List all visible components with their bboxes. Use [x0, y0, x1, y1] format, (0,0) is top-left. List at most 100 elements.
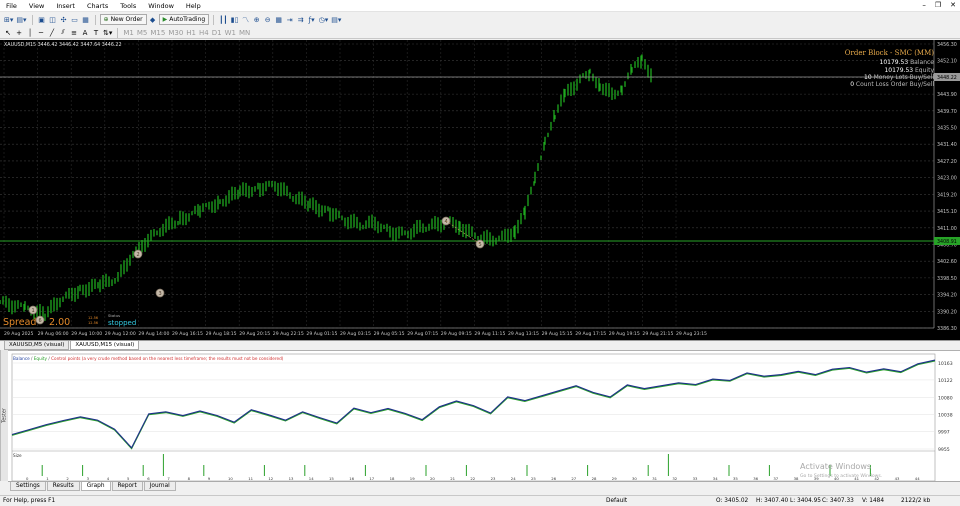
price-axis-label: 3439.70 [937, 109, 957, 115]
terminal-icon[interactable]: ▭ [70, 14, 80, 25]
bar-chart-icon[interactable]: ┃┃ [218, 14, 228, 25]
profiles-icon[interactable]: ▤▾ [15, 14, 27, 25]
period-m30-button[interactable]: M30 [167, 27, 184, 38]
trendline-icon[interactable]: ╱ [47, 27, 57, 38]
menu-charts[interactable]: Charts [81, 2, 114, 10]
text-icon[interactable]: A [80, 27, 90, 38]
price-axis-label: 3423.00 [937, 176, 957, 182]
time-axis-label: 29 Aug 12:00 [105, 331, 136, 337]
status-close: C: 3407.33 [822, 498, 854, 504]
templates-icon[interactable]: ▤▾ [330, 14, 342, 25]
autotrading-button[interactable]: ▶ AutoTrading [158, 14, 210, 25]
activate-windows-title: Activate Windows [800, 462, 871, 471]
zoom-in-icon[interactable]: ⊕ [252, 14, 262, 25]
ea-stat-label: Count Loss Order Buy/Sell [856, 81, 934, 88]
chart-shift-icon[interactable]: ⇥ [285, 14, 295, 25]
restore-icon[interactable]: ❐ [935, 1, 941, 9]
indicators-icon[interactable]: ƒ▾ [307, 14, 317, 25]
time-axis-label: 29 Aug 23:15 [676, 331, 707, 337]
period-m1-button[interactable]: M1 [122, 27, 135, 38]
new-order-button[interactable]: ⊕ New Order [99, 14, 147, 25]
menu-insert[interactable]: Insert [50, 2, 81, 10]
horizontal-line-icon[interactable]: ─ [36, 27, 46, 38]
price-axis-label: 3431.40 [937, 142, 957, 148]
period-d1-button[interactable]: D1 [211, 27, 223, 38]
menu-view[interactable]: View [23, 2, 50, 10]
cursor-icon[interactable]: ↖ [3, 27, 13, 38]
fibonacci-icon[interactable]: ≡ [69, 27, 79, 38]
time-axis-label: 29 Aug 10:00 [71, 331, 102, 337]
vertical-line-icon[interactable]: │ [25, 27, 35, 38]
label-icon[interactable]: T [91, 27, 101, 38]
price-axis-label: 3398.50 [937, 276, 957, 282]
order-marker-label: 6 [39, 318, 42, 324]
period-h1-button[interactable]: H1 [185, 27, 197, 38]
period-h4-button[interactable]: H4 [198, 27, 210, 38]
tab-journal[interactable]: Journal [143, 482, 176, 491]
period-w1-button[interactable]: W1 [224, 27, 237, 38]
status-low: L: 3404.95 [790, 498, 821, 504]
legend-item: Balance [13, 356, 30, 361]
period-m5-button[interactable]: M5 [136, 27, 149, 38]
new-chart-icon[interactable]: ⊞▾ [3, 14, 14, 25]
candlestick-icon[interactable]: ▮▯ [230, 14, 240, 25]
autoscroll-icon[interactable]: ⇉ [296, 14, 306, 25]
ea-stat-value: 10179.53 [884, 67, 915, 74]
ea-stat-line: 10 Money Lots Buy/Sell [864, 74, 934, 81]
graph-y-label: 10122 [938, 378, 953, 384]
menu-window[interactable]: Window [142, 2, 180, 10]
tab-report[interactable]: Report [111, 482, 143, 491]
ea-stat-line: 10179.53 Balance [880, 59, 935, 66]
separator [31, 14, 33, 25]
tab-settings[interactable]: Settings [10, 482, 46, 491]
tester-graph-panel: Balance / Equity / Control points (a ver… [0, 350, 960, 482]
price-axis-label: 3427.20 [937, 159, 957, 165]
ea-stat-label: Money Lots Buy/Sell [874, 74, 935, 81]
tab-results[interactable]: Results [46, 482, 80, 491]
meta-editor-icon[interactable]: ◆ [148, 14, 158, 25]
tab-graph[interactable]: Graph [80, 482, 111, 491]
price-axis-label: 3452.10 [937, 59, 957, 65]
status-value: stopped [108, 319, 136, 327]
market-watch-icon[interactable]: ▣ [37, 14, 47, 25]
price-chart[interactable]: 3456.30 3452.10 3448.22 3443.90 3439.70 3435.… [0, 40, 960, 340]
time-axis-label: 29 Aug 11:15 [474, 331, 505, 337]
time-axis-label: 29 Aug 18:15 [206, 331, 237, 337]
order-marker-label: 3 [159, 291, 162, 297]
price-axis-label: 3394.20 [937, 293, 957, 299]
chart-tab-xauusd-m15[interactable]: XAUUSD,M15 (visual) [70, 341, 140, 350]
crosshair-icon[interactable]: + [14, 27, 24, 38]
spread-tiny-2: 12.56 [88, 321, 98, 325]
status-help: For Help, press F1 [3, 498, 56, 504]
data-window-icon[interactable]: ◫ [48, 14, 58, 25]
menu-tools[interactable]: Tools [114, 2, 142, 10]
line-chart-icon[interactable]: 〽 [241, 14, 251, 25]
navigator-icon[interactable]: ✣ [59, 14, 69, 25]
tile-windows-icon[interactable]: ▦ [274, 14, 284, 25]
menu-help[interactable]: Help [180, 2, 207, 10]
minimize-icon[interactable]: – [922, 1, 926, 9]
price-axis-label: 3390.20 [937, 309, 957, 315]
time-axis-label: 29 Aug 14:00 [138, 331, 169, 337]
arrows-icon[interactable]: ⇅▾ [102, 27, 113, 38]
time-axis-label: 29 Aug 03:15 [340, 331, 371, 337]
strategy-tester-icon[interactable]: ▦ [81, 14, 91, 25]
graph-y-label: 10163 [938, 361, 953, 367]
time-axis-label: 29 Aug 16:15 [172, 331, 203, 337]
activate-windows-subtitle: Go to Settings to activate Windows. [800, 473, 882, 479]
period-mn-button[interactable]: MN [238, 27, 251, 38]
zoom-out-icon[interactable]: ⊖ [263, 14, 273, 25]
current-price-label: 3448.22 [937, 75, 957, 81]
spread-tiny-1: 12.56 [88, 316, 98, 320]
chart-tab-xauusd-m5[interactable]: XAUUSD,M5 (visual) [4, 341, 70, 350]
period-m15-button[interactable]: M15 [149, 27, 166, 38]
status-high: H: 3407.40 [756, 498, 789, 504]
channel-icon[interactable]: ⫽ [58, 27, 68, 38]
autotrading-label: AutoTrading [169, 16, 206, 23]
price-axis-label: 3402.60 [937, 259, 957, 265]
new-order-label: New Order [110, 16, 143, 23]
menu-file[interactable]: File [0, 2, 23, 10]
close-icon[interactable]: ✕ [950, 1, 956, 9]
periods-icon[interactable]: ◷▾ [318, 14, 330, 25]
time-axis-label: 29 Aug 20:15 [239, 331, 270, 337]
